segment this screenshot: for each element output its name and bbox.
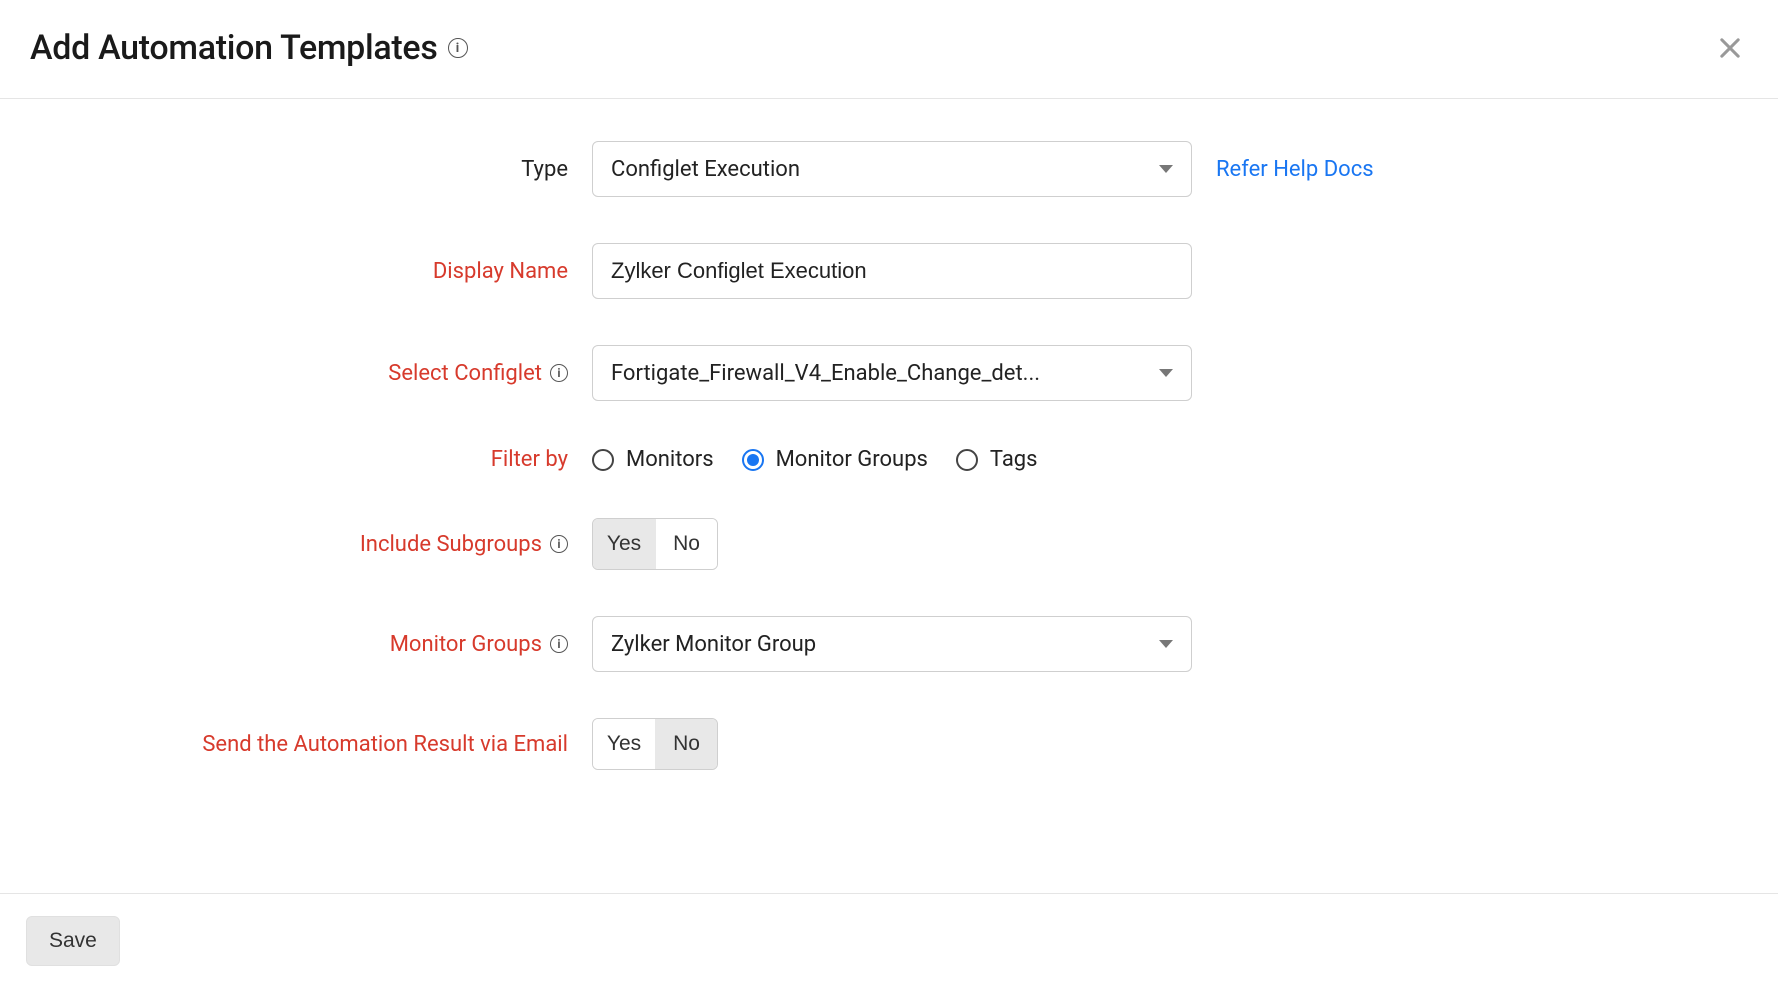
configlet-select-value: Fortigate_Firewall_V4_Enable_Change_det.… [611, 361, 1040, 386]
form: Type Configlet Execution Refer Help Docs… [30, 141, 1748, 770]
send-email-yes[interactable]: Yes [593, 719, 655, 769]
row-send-email: Send the Automation Result via Email Yes… [30, 718, 1748, 770]
info-icon[interactable]: i [550, 635, 568, 653]
close-button[interactable] [1712, 30, 1748, 66]
control-filter-by: Monitors Monitor Groups Tags [592, 447, 1038, 472]
control-display-name [592, 243, 1192, 299]
display-name-input[interactable] [611, 258, 1173, 284]
label-include-subgroups-text: Include Subgroups [360, 532, 542, 557]
control-select-configlet: Fortigate_Firewall_V4_Enable_Change_det.… [592, 345, 1192, 401]
row-display-name: Display Name [30, 243, 1748, 299]
row-include-subgroups: Include Subgroups i Yes No [30, 518, 1748, 570]
type-select-value: Configlet Execution [611, 157, 800, 182]
control-type: Configlet Execution Refer Help Docs [592, 141, 1374, 197]
modal-title: Add Automation Templates [30, 28, 438, 68]
label-select-configlet: Select Configlet i [30, 361, 592, 386]
monitor-groups-select-value: Zylker Monitor Group [611, 632, 816, 657]
display-name-input-wrap[interactable] [592, 243, 1192, 299]
label-send-email: Send the Automation Result via Email [30, 732, 592, 757]
modal-body: Type Configlet Execution Refer Help Docs… [0, 99, 1778, 893]
label-type: Type [30, 157, 592, 182]
radio-circle-icon [742, 449, 764, 471]
row-filter-by: Filter by Monitors Monitor Groups [30, 447, 1748, 472]
label-select-configlet-text: Select Configlet [388, 361, 542, 386]
chevron-down-icon [1159, 640, 1173, 648]
modal-add-automation-templates: Add Automation Templates i Type Configle… [0, 0, 1778, 988]
send-email-toggle: Yes No [592, 718, 718, 770]
label-filter-by: Filter by [30, 447, 592, 472]
control-monitor-groups: Zylker Monitor Group [592, 616, 1192, 672]
label-monitor-groups-text: Monitor Groups [390, 632, 542, 657]
modal-title-wrap: Add Automation Templates i [30, 28, 468, 68]
label-display-name: Display Name [30, 259, 592, 284]
help-docs-link[interactable]: Refer Help Docs [1216, 157, 1374, 182]
label-monitor-groups: Monitor Groups i [30, 632, 592, 657]
send-email-no[interactable]: No [655, 719, 717, 769]
info-icon[interactable]: i [448, 38, 468, 58]
radio-tags[interactable]: Tags [956, 447, 1038, 472]
radio-tags-label: Tags [990, 447, 1038, 472]
radio-monitors-label: Monitors [626, 447, 714, 472]
info-icon[interactable]: i [550, 535, 568, 553]
info-icon[interactable]: i [550, 364, 568, 382]
modal-header: Add Automation Templates i [0, 0, 1778, 99]
type-select[interactable]: Configlet Execution [592, 141, 1192, 197]
control-send-email: Yes No [592, 718, 718, 770]
radio-monitor-groups[interactable]: Monitor Groups [742, 447, 928, 472]
row-type: Type Configlet Execution Refer Help Docs [30, 141, 1748, 197]
control-include-subgroups: Yes No [592, 518, 718, 570]
label-include-subgroups: Include Subgroups i [30, 532, 592, 557]
radio-circle-icon [956, 449, 978, 471]
chevron-down-icon [1159, 165, 1173, 173]
filter-by-radio-group: Monitors Monitor Groups Tags [592, 447, 1038, 472]
row-select-configlet: Select Configlet i Fortigate_Firewall_V4… [30, 345, 1748, 401]
monitor-groups-select[interactable]: Zylker Monitor Group [592, 616, 1192, 672]
chevron-down-icon [1159, 369, 1173, 377]
radio-circle-icon [592, 449, 614, 471]
include-subgroups-no[interactable]: No [655, 519, 717, 569]
include-subgroups-toggle: Yes No [592, 518, 718, 570]
row-monitor-groups: Monitor Groups i Zylker Monitor Group [30, 616, 1748, 672]
save-button[interactable]: Save [26, 916, 120, 966]
modal-footer: Save [0, 893, 1778, 988]
radio-monitor-groups-label: Monitor Groups [776, 447, 928, 472]
close-icon [1716, 34, 1744, 62]
radio-monitors[interactable]: Monitors [592, 447, 714, 472]
include-subgroups-yes[interactable]: Yes [593, 519, 655, 569]
configlet-select[interactable]: Fortigate_Firewall_V4_Enable_Change_det.… [592, 345, 1192, 401]
